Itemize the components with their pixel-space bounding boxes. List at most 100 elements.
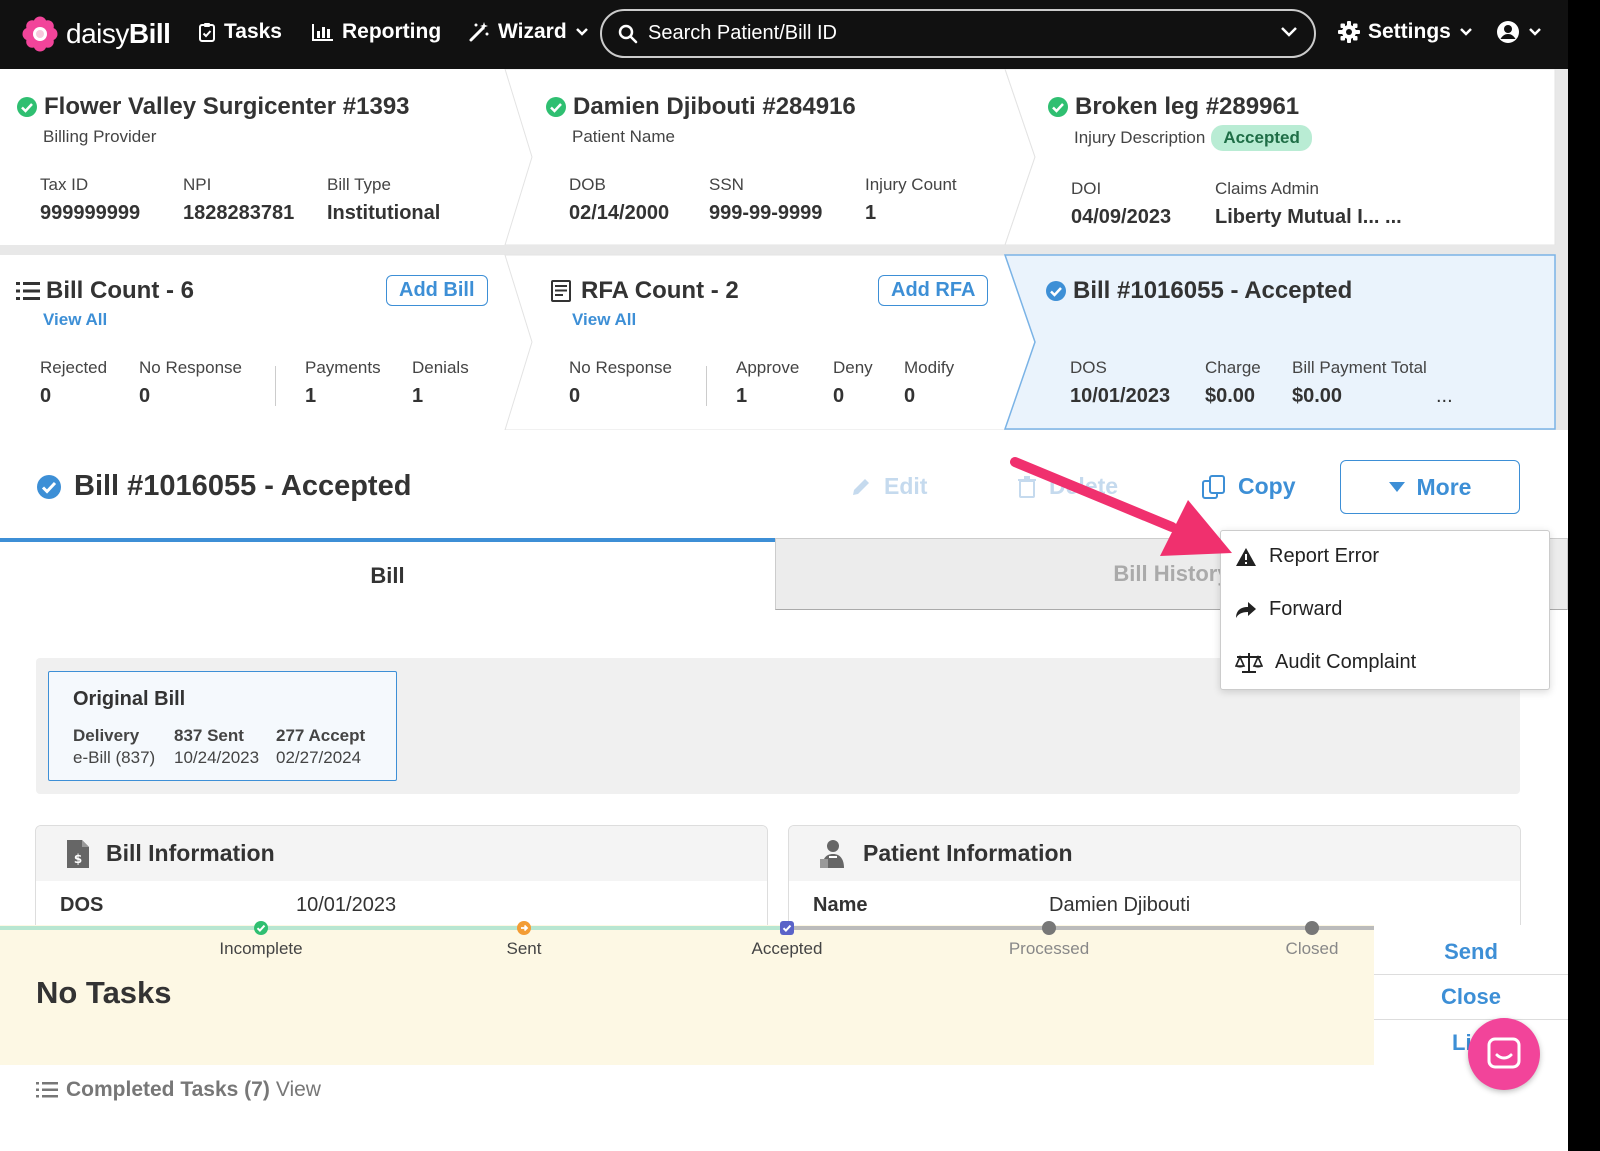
bill-summary-title-text: Bill #1016055 - Accepted [1073,277,1353,304]
patient-field-label: DOB [569,175,606,194]
bill-information-header: $ Bill Information [36,826,767,881]
user-menu[interactable] [1496,20,1542,44]
nav-tasks[interactable]: Tasks [198,20,282,44]
status-step-label: Accepted [751,939,823,958]
search-input[interactable] [648,22,1248,45]
more-dropdown-menu: Report Error Forward Audit Complaint [1220,530,1550,690]
chat-icon [1487,1037,1521,1069]
patient-field-label: Injury Count [865,175,957,194]
search-icon [618,24,638,43]
task-status-panel [0,925,1374,1065]
patient-information-card: Patient Information Name Damien Djibouti [788,825,1521,935]
original-bill-card[interactable]: Original Bill Delivery e-Bill (837) 837 … [48,671,397,781]
copy-button[interactable]: Copy [1202,473,1296,500]
bill-info-value: 10/01/2023 [296,894,397,916]
close-button[interactable]: Close [1374,975,1568,1020]
chat-launcher-button[interactable] [1468,1018,1540,1090]
provider-title-text: Flower Valley Surgicenter #1393 [44,93,410,120]
rfa-count-label: No Response [569,358,673,377]
send-button[interactable]: Send [1374,930,1568,975]
bill-count-label: Rejected [40,358,108,377]
bill-view-all-link[interactable]: View All [43,310,107,330]
status-step-incomplete-dot [254,921,268,935]
patient-title[interactable]: Damien Djibouti #284916 [545,93,856,121]
bill-count-label: No Response [139,358,243,377]
patient-field-label: SSN [709,175,744,194]
injury-field-label: Claims Admin [1215,179,1319,198]
check-circle-icon [1048,97,1068,117]
patient-title-text: Damien Djibouti #284916 [573,93,856,120]
copy-label: Copy [1238,473,1296,499]
edit-button[interactable]: Edit [850,473,927,500]
check-circle-icon [17,97,37,117]
tab-bill-label: Bill [370,563,405,588]
balance-scale-icon [1235,652,1263,673]
completed-tasks: Completed Tasks (7) View [36,1078,321,1102]
magic-wand-icon [469,22,489,42]
provider-field-label: Tax ID [40,175,89,194]
check-circle-icon [546,97,566,117]
rfa-count-value: 0 [833,385,845,407]
tab-bill-history-label: Bill History [1113,561,1230,586]
provider-field-value: 1828283781 [183,202,295,224]
chevron-down-icon [1459,28,1472,36]
original-bill-label: 277 Accept [276,726,366,745]
menu-item-audit-complaint[interactable]: Audit Complaint [1235,651,1416,674]
check-icon [782,924,792,933]
bill-count-value: 0 [139,385,151,407]
delete-label: Delete [1049,473,1119,499]
rfa-view-all-link[interactable]: View All [572,310,636,330]
status-step-label: Incomplete [219,939,303,958]
status-badge: Accepted [1211,125,1312,151]
nav-settings[interactable]: Settings [1338,20,1473,44]
bill-summary-title[interactable]: Bill #1016055 - Accepted [1045,277,1352,305]
injury-title[interactable]: Broken leg #289961 [1047,93,1299,121]
bill-info-key: DOS [60,894,104,916]
bill-count-label: Denials [412,358,469,377]
rfa-count-label: Deny [833,358,873,377]
document-icon [551,280,571,302]
delete-button[interactable]: Delete [1017,473,1118,500]
patient-field-value: 02/14/2000 [569,202,670,224]
more-ellipsis[interactable]: ... [1436,385,1453,408]
bill-summary-value: $0.00 [1292,385,1343,407]
bill-count-title-text: Bill Count - 6 [46,277,194,304]
original-bill-label: 837 Sent [174,726,244,745]
provider-field-label: Bill Type [327,175,391,194]
bill-summary-label: DOS [1070,358,1107,377]
provider-title[interactable]: Flower Valley Surgicenter #1393 [16,93,410,121]
more-button[interactable]: More [1340,460,1520,514]
injury-subtitle: Injury Description Accepted [1074,125,1312,151]
check-circle-icon [1046,281,1066,301]
bill-summary-label: Charge [1205,358,1261,377]
patient-information-header: Patient Information [789,826,1520,881]
provider-field-value: Institutional [327,202,441,224]
nav-reporting-label: Reporting [342,20,442,43]
patient-info-value: Damien Djibouti [1049,894,1191,916]
rfa-count-title-text: RFA Count - 2 [581,277,739,304]
brand-logo[interactable]: daisyBill [22,16,171,52]
chevron-down-icon[interactable] [1280,25,1298,39]
search-bar[interactable] [600,9,1316,58]
no-tasks-text: No Tasks [36,975,172,1010]
original-bill-value: 02/27/2024 [276,748,362,767]
bill-information-title: Bill Information [106,840,275,866]
status-step-accepted-dot [780,921,794,935]
tab-bill[interactable]: Bill [0,538,775,610]
rfa-count-value: 1 [736,385,748,407]
add-bill-button[interactable]: Add Bill [386,275,488,306]
completed-tasks-view-link[interactable]: View [276,1078,321,1102]
original-bill-label: Delivery [73,726,140,745]
status-step-sent-dot [517,921,531,935]
rfa-count-label: Approve [736,358,800,377]
nav-reporting[interactable]: Reporting [312,20,441,44]
bill-count-title: Bill Count - 6 [16,277,194,305]
menu-item-report-error[interactable]: Report Error [1235,545,1379,568]
add-rfa-button[interactable]: Add RFA [878,275,989,306]
nav-settings-label: Settings [1368,20,1451,43]
bill-count-value: 1 [305,385,317,407]
provider-field-label: NPI [183,175,212,194]
menu-item-forward[interactable]: Forward [1235,598,1342,621]
gear-icon [1338,21,1360,43]
nav-wizard[interactable]: Wizard [468,20,589,44]
